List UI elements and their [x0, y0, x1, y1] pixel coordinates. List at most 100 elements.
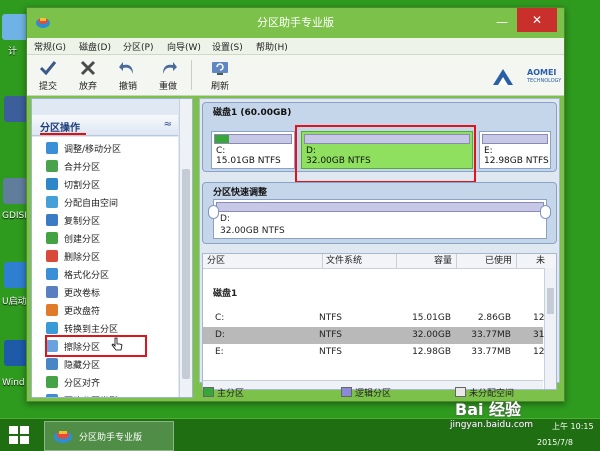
partition-table: 分区 文件系统 容量 已使用 未 磁盘1 C: NTFS 15.01GB 2.8… — [202, 253, 557, 390]
logo-subtext: TECHNOLOGY — [527, 78, 562, 84]
operation-label: 调整/移动分区 — [64, 145, 122, 155]
table-row-e[interactable]: E: NTFS 12.98GB 33.77MB 12 — [203, 344, 545, 361]
quick-adjust-panel: 分区快速调整 D: 32.00GB NTFS — [202, 182, 557, 244]
cell-partition: D: — [215, 330, 225, 340]
column-header-used[interactable]: 已使用 — [456, 254, 516, 269]
redo-button[interactable]: 重做 — [151, 58, 185, 92]
column-header-partition[interactable]: 分区 — [203, 254, 322, 269]
taskbar-app-label: 分区助手专业版 — [79, 433, 143, 443]
operation-item[interactable]: 合并分区 — [42, 157, 172, 175]
refresh-label: 刷新 — [210, 82, 229, 92]
operation-icon — [46, 196, 58, 208]
desktop-label-windows: Wind — [2, 378, 25, 388]
cell-filesystem: NTFS — [319, 330, 342, 340]
disk-title: 磁盘1 (60.00GB) — [213, 108, 292, 118]
operation-icon — [46, 214, 58, 226]
operation-item[interactable]: 更改卷标 — [42, 283, 172, 301]
desktop-label-computer: 计 — [8, 47, 18, 57]
operation-label: 分区对齐 — [64, 379, 101, 389]
close-button[interactable]: ✕ — [517, 8, 557, 32]
table-scrollbar-thumb[interactable] — [547, 288, 554, 314]
operation-item[interactable]: 分区对齐 — [42, 373, 172, 391]
operation-icon — [46, 286, 58, 298]
cell-capacity: 12.98GB — [412, 347, 451, 357]
legend-label-primary: 主分区 — [217, 389, 245, 399]
partition-e-letter: E: — [484, 146, 493, 156]
cell-partition: E: — [215, 347, 224, 357]
title-bar[interactable]: 分区助手专业版 — ✕ — [27, 8, 564, 38]
operation-item[interactable]: 更改分区类型 — [42, 391, 172, 397]
submit-label: 提交 — [38, 82, 57, 92]
clock-date[interactable]: 2015/7/8 — [537, 438, 573, 447]
partition-c-desc: 15.01GB NTFS — [216, 156, 281, 166]
undo-button[interactable]: 撤销 — [111, 58, 145, 92]
partition-c-block[interactable]: C: 15.01GB NTFS — [211, 131, 295, 169]
cell-used: 33.77MB — [471, 347, 511, 357]
quick-adjust-block[interactable]: D: 32.00GB NTFS — [213, 199, 547, 239]
discard-label: 放弃 — [78, 82, 97, 92]
menu-partition[interactable]: 分区(P) — [123, 40, 153, 53]
refresh-button[interactable]: 刷新 — [203, 58, 237, 92]
operation-icon — [46, 160, 58, 172]
operations-scrollbar[interactable] — [179, 99, 192, 397]
windows-start-icon[interactable] — [8, 425, 30, 445]
header-divider — [516, 254, 517, 268]
operation-item[interactable]: 格式化分区 — [42, 265, 172, 283]
column-header-capacity[interactable]: 容量 — [396, 254, 456, 269]
checkmark-icon — [39, 61, 57, 76]
operation-item[interactable]: 分配自由空间 — [42, 193, 172, 211]
operation-icon — [46, 178, 58, 190]
operation-icon — [46, 232, 58, 244]
operation-item[interactable]: 隐藏分区 — [42, 355, 172, 373]
table-row-d[interactable]: D: NTFS 32.00GB 33.77MB 31 — [203, 327, 544, 344]
legend-swatch-logical — [341, 387, 352, 397]
table-scrollbar[interactable] — [544, 268, 556, 389]
collapse-icon[interactable]: ≈ — [164, 119, 172, 130]
menu-general[interactable]: 常规(G) — [34, 40, 66, 53]
operations-header[interactable]: 分区操作 ≈ — [32, 115, 178, 136]
toolbar: 提交 放弃 撤销 重做 刷新 AOMEI TECHNOLOGY — [27, 55, 564, 96]
quick-adjust-desc: 32.00GB NTFS — [220, 226, 285, 236]
scrollbar-thumb[interactable] — [182, 169, 190, 379]
desktop-label-ustart: U启动 — [2, 297, 27, 307]
menu-settings[interactable]: 设置(S) — [212, 40, 243, 53]
partition-e-block[interactable]: E: 12.98GB NTFS — [479, 131, 551, 169]
app-window: 分区助手专业版 — ✕ 常规(G) 磁盘(D) 分区(P) 向导(W) 设置(S… — [26, 7, 565, 402]
mouse-pointer-icon — [111, 337, 123, 351]
resize-handle-right[interactable] — [540, 205, 551, 219]
discard-button[interactable]: 放弃 — [71, 58, 105, 92]
menu-help[interactable]: 帮助(H) — [256, 40, 288, 53]
header-divider — [322, 254, 323, 268]
watermark-url: jingyan.baidu.com — [450, 420, 534, 430]
operation-icon — [46, 322, 58, 334]
discard-x-icon — [80, 60, 96, 76]
operation-label: 删除分区 — [64, 253, 101, 263]
operation-label: 隐藏分区 — [64, 361, 101, 371]
table-row-c[interactable]: C: NTFS 15.01GB 2.86GB 12 — [203, 310, 544, 327]
operation-item[interactable]: 复制分区 — [42, 211, 172, 229]
taskbar-app-button[interactable]: 分区助手专业版 — [44, 421, 174, 451]
column-header-filesystem[interactable]: 文件系统 — [322, 254, 396, 269]
operation-item[interactable]: 更改盘符 — [42, 301, 172, 319]
partition-c-used-fill — [215, 135, 230, 143]
partition-e-desc: 12.98GB NTFS — [484, 156, 549, 166]
operation-item[interactable]: 删除分区 — [42, 247, 172, 265]
operations-list: 调整/移动分区 合并分区 切割分区 分配自由空间 复制分区 创建分区 删除分区 格式化分区 更改… — [32, 137, 178, 397]
cell-free: 12 — [533, 347, 545, 357]
clock-time[interactable]: 上午 10:15 — [552, 421, 594, 432]
operation-label: 分配自由空间 — [64, 199, 119, 209]
operation-item[interactable]: 创建分区 — [42, 229, 172, 247]
quick-adjust-bar — [216, 202, 544, 212]
column-header-free[interactable]: 未 — [516, 254, 556, 269]
partition-operations-panel: 分区操作 ≈ 调整/移动分区合并分区 切割分区分配自由空间复制分区 创建分区删除分区… — [31, 98, 193, 398]
submit-button[interactable]: 提交 — [31, 58, 65, 92]
desktop-icon-computer[interactable] — [2, 14, 28, 40]
minimize-button[interactable]: — — [493, 14, 511, 30]
menu-disk[interactable]: 磁盘(D) — [79, 40, 111, 53]
menu-wizard[interactable]: 向导(W) — [167, 40, 201, 53]
operation-item[interactable]: 切割分区 — [42, 175, 172, 193]
operation-item[interactable]: 调整/移动分区 — [42, 139, 172, 157]
operation-icon — [46, 358, 58, 370]
resize-handle-left[interactable] — [208, 205, 219, 219]
partition-c-bar — [214, 134, 292, 144]
